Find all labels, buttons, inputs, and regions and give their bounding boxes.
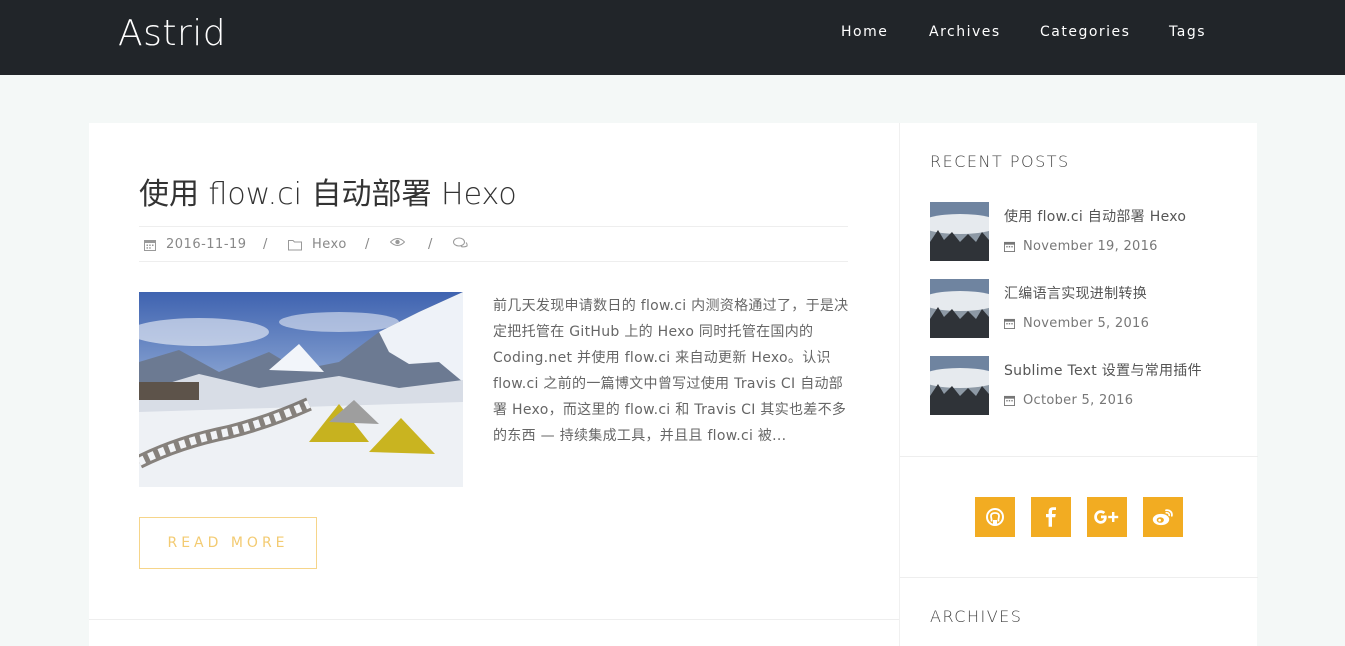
recent-posts-title: RECENT POSTS xyxy=(930,152,1070,171)
comments-icon xyxy=(453,237,468,248)
misty-forest-thumbnail xyxy=(930,279,989,338)
archives-title: ARCHIVES xyxy=(930,607,1023,626)
recent-post-date: November 19, 2016 xyxy=(1004,239,1158,254)
meta-separator: / xyxy=(365,237,370,252)
recent-post-thumbnail[interactable] xyxy=(930,356,989,415)
recent-post-item[interactable]: Sublime Text 设置与常用插件 October 5, 2016 xyxy=(930,356,1230,416)
post-excerpt: 前几天发现申请数日的 flow.ci 内测资格通过了，于是决定把托管在 GitH… xyxy=(493,298,849,444)
snowy-mountain-camp-image xyxy=(139,292,463,487)
sidebar: RECENT POSTS 使用 flow.ci 自动部署 Hexo Novemb… xyxy=(899,123,1258,646)
read-more-button[interactable]: READ MORE xyxy=(139,517,317,569)
nav-archives[interactable]: Archives xyxy=(929,24,1001,40)
post-views xyxy=(390,237,415,247)
recent-post-item[interactable]: 汇编语言实现进制转换 November 5, 2016 xyxy=(930,279,1230,339)
recent-post-date: October 5, 2016 xyxy=(1004,393,1133,408)
weibo-icon xyxy=(1152,509,1173,526)
misty-forest-thumbnail xyxy=(930,202,989,261)
post-category[interactable]: Hexo xyxy=(288,237,347,252)
recent-post-title[interactable]: Sublime Text 设置与常用插件 xyxy=(1004,360,1202,380)
nav-categories[interactable]: Categories xyxy=(1040,24,1130,40)
calendar-icon xyxy=(1004,241,1015,252)
social-links xyxy=(900,497,1258,537)
sidebar-divider xyxy=(900,577,1258,578)
google-plus-link[interactable] xyxy=(1087,497,1127,537)
calendar-icon xyxy=(1004,395,1015,406)
google-plus-icon xyxy=(1094,510,1119,524)
post-card: 使用 flow.ci 自动部署 Hexo 2016-11-19 / Hexo / xyxy=(89,123,899,646)
post-comments[interactable] xyxy=(453,237,478,249)
recent-post-thumbnail[interactable] xyxy=(930,279,989,338)
weibo-link[interactable] xyxy=(1143,497,1183,537)
nav-tags[interactable]: Tags xyxy=(1169,24,1206,40)
post-featured-image[interactable] xyxy=(139,292,463,487)
brand-logo[interactable]: Astrid xyxy=(118,12,226,56)
folder-icon xyxy=(288,239,302,250)
post-meta: 2016-11-19 / Hexo / / xyxy=(139,226,848,262)
calendar-icon xyxy=(144,239,156,251)
post-title[interactable]: 使用 flow.ci 自动部署 Hexo xyxy=(139,169,517,213)
card-divider xyxy=(89,619,899,620)
recent-post-item[interactable]: 使用 flow.ci 自动部署 Hexo November 19, 2016 xyxy=(930,202,1230,262)
calendar-icon xyxy=(1004,318,1015,329)
sidebar-divider xyxy=(900,456,1258,457)
top-navbar: Astrid Home Archives Categories Tags xyxy=(0,0,1345,75)
github-link[interactable] xyxy=(975,497,1015,537)
recent-post-date: November 5, 2016 xyxy=(1004,316,1149,331)
recent-post-thumbnail[interactable] xyxy=(930,202,989,261)
facebook-icon xyxy=(1046,507,1056,527)
facebook-link[interactable] xyxy=(1031,497,1071,537)
meta-separator: / xyxy=(428,237,433,252)
post-date: 2016-11-19 xyxy=(144,237,247,252)
recent-post-title[interactable]: 使用 flow.ci 自动部署 Hexo xyxy=(1004,206,1186,226)
meta-separator: / xyxy=(263,237,268,252)
eye-icon xyxy=(390,238,405,246)
recent-post-title[interactable]: 汇编语言实现进制转换 xyxy=(1004,283,1147,303)
nav-home[interactable]: Home xyxy=(841,24,888,40)
misty-forest-thumbnail xyxy=(930,356,989,415)
github-icon xyxy=(986,508,1004,526)
